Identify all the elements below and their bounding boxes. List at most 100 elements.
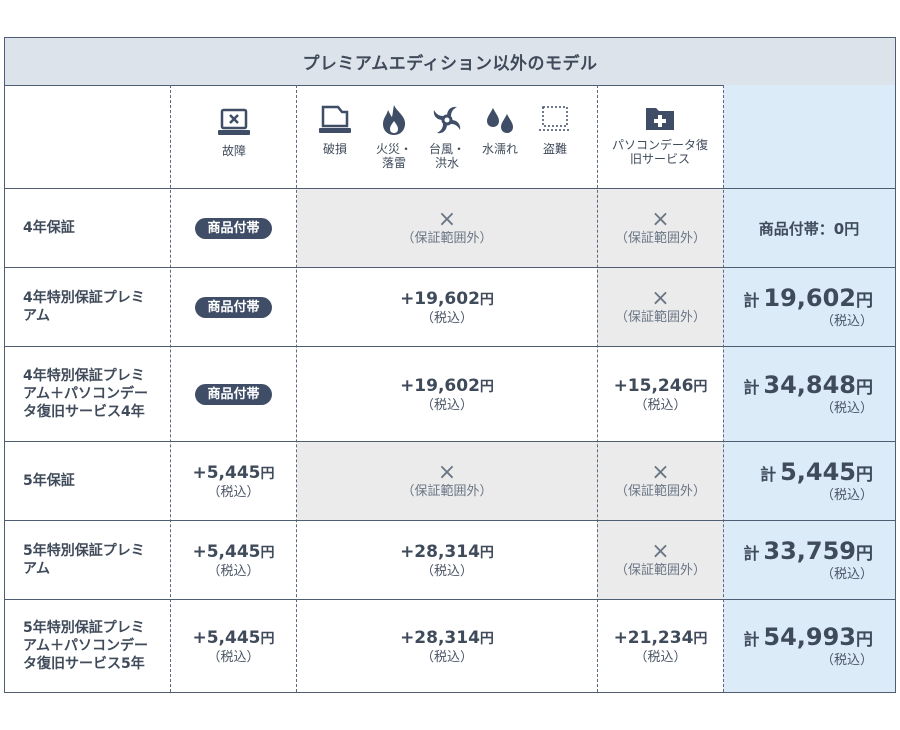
failure-cell: +5,445円 （税込）	[171, 600, 296, 692]
total-value: 34,848	[763, 370, 856, 399]
cross-icon: ×	[651, 286, 670, 311]
yen-unit: 円	[479, 545, 494, 561]
yen-unit: 円	[479, 379, 494, 395]
recovery-cell: +15,246円 （税込）	[598, 347, 723, 441]
damage-cell: × （保証範囲外）	[297, 189, 597, 267]
laptop-broken-icon	[218, 108, 250, 135]
tax-included-text: （税込）	[820, 566, 873, 582]
outside-coverage-text: （保証範囲外）	[614, 231, 706, 246]
damage-cell: +19,602円 （税込）	[297, 347, 597, 441]
tax-included-text: （税込）	[820, 487, 873, 503]
tax-included-text: （税込）	[820, 400, 873, 416]
tax-included-text: （税込）	[420, 564, 473, 579]
damage-cell: +19,602円 （税込）	[297, 268, 597, 346]
tax-included-text: （税込）	[420, 311, 473, 326]
failure-cell: 商品付帯	[171, 268, 296, 346]
failure-cell: +5,445円 （税込）	[171, 521, 296, 599]
theft-icon	[539, 106, 571, 131]
cross-icon: ×	[651, 207, 670, 232]
total-cell: 計 5,445円 （税込）	[723, 442, 895, 520]
header-damage-label: 破損	[322, 142, 347, 156]
outside-coverage-text: （保証範囲外）	[614, 310, 706, 325]
included-badge: 商品付帯	[195, 296, 272, 318]
price-value: +5,445	[192, 628, 261, 648]
yen-unit: 円	[693, 379, 708, 395]
total-header	[723, 85, 895, 189]
outside-coverage-text: （保証範囲外）	[614, 484, 706, 499]
header-recovery: パソコンデータ復旧サービス	[597, 104, 723, 166]
header-failure: 故障	[171, 108, 297, 158]
yen-unit: 円	[856, 464, 873, 485]
price-value: +19,602	[400, 376, 480, 396]
damage-cell: +28,314円 （税込）	[297, 600, 597, 692]
header-water: 水濡れ	[475, 104, 525, 156]
price: +5,445円	[192, 540, 274, 564]
total-value: 19,602	[763, 283, 856, 312]
water-drops-icon	[487, 108, 513, 133]
warranty-comparison-table: プレミアムエディション以外のモデル 故障 破損 火災・落雷 台風・洪水 水濡れ …	[4, 37, 896, 693]
recovery-cell: +21,234円 （税込）	[598, 600, 723, 692]
total-value: 33,759	[763, 536, 856, 565]
row-label: 5年特別保証プレミアム＋パソコンデータ復旧サービス5年	[23, 620, 149, 672]
total-value: 54,993	[763, 622, 856, 651]
price: +28,314円	[400, 626, 494, 650]
cross-icon: ×	[651, 539, 670, 564]
cross-icon: ×	[437, 207, 457, 232]
price: +21,234円	[614, 626, 708, 650]
tax-included-text: （税込）	[820, 313, 873, 329]
header-water-label: 水濡れ	[481, 142, 518, 156]
table-title: プレミアムエディション以外のモデル	[5, 38, 895, 86]
tax-included-text: （税込）	[207, 485, 260, 500]
price: +19,602円	[400, 374, 494, 398]
row-label: 5年特別保証プレミアム	[23, 543, 145, 577]
price-value: +28,314	[400, 628, 480, 648]
row-label: 5年保証	[23, 473, 75, 489]
tax-included-text: （税込）	[420, 650, 473, 665]
price: +19,602円	[400, 287, 494, 311]
header-typhoon-label: 台風・洪水	[429, 142, 466, 170]
yen-unit: 円	[856, 290, 873, 311]
price-value: +5,445	[192, 542, 261, 562]
price: +15,246円	[614, 374, 708, 398]
header-fire-label: 火災・落雷	[376, 142, 413, 170]
cross-icon: ×	[437, 460, 457, 485]
price: +5,445円	[192, 626, 274, 650]
total-prefix: 計	[743, 377, 760, 397]
outside-coverage-text: （保証範囲外）	[401, 231, 493, 246]
header-failure-label: 故障	[221, 144, 246, 158]
header-recovery-label: パソコンデータ復旧サービス	[611, 138, 708, 166]
price: +28,314円	[400, 540, 494, 564]
header-typhoon: 台風・洪水	[425, 104, 469, 170]
outside-coverage-text: （保証範囲外）	[614, 563, 706, 578]
fire-icon	[383, 105, 406, 135]
yen-unit: 円	[260, 466, 275, 482]
yen-unit: 円	[856, 377, 873, 398]
price-value: +19,602	[400, 289, 480, 309]
yen-unit: 円	[856, 543, 873, 564]
price-value: +28,314	[400, 542, 480, 562]
failure-cell: +5,445円 （税込）	[171, 442, 296, 520]
tax-included-text: （税込）	[820, 652, 873, 668]
recovery-cell: × （保証範囲外）	[598, 189, 723, 267]
included-badge: 商品付帯	[195, 383, 272, 405]
row-label: 4年保証	[23, 220, 75, 236]
damage-cell: +28,314円 （税込）	[297, 521, 597, 599]
header-theft: 盗難	[537, 104, 573, 156]
price-value: +5,445	[192, 463, 261, 483]
yen-unit: 円	[260, 545, 275, 561]
tax-included-text: （税込）	[207, 650, 260, 665]
included-badge: 商品付帯	[195, 217, 272, 239]
total-cell: 計 34,848円 （税込）	[723, 347, 895, 441]
total-prefix: 計	[743, 629, 760, 649]
tax-included-text: （税込）	[207, 564, 260, 579]
recovery-cell: × （保証範囲外）	[598, 442, 723, 520]
price: +5,445円	[192, 461, 274, 485]
yen-unit: 円	[479, 631, 494, 647]
folder-plus-icon	[646, 108, 674, 130]
tax-included-text: （税込）	[634, 398, 687, 413]
header-fire: 火災・落雷	[372, 104, 416, 170]
header-damage: 破損	[317, 104, 353, 156]
header-theft-label: 盗難	[542, 142, 567, 156]
outside-coverage-text: （保証範囲外）	[401, 484, 493, 499]
yen-unit: 円	[260, 631, 275, 647]
